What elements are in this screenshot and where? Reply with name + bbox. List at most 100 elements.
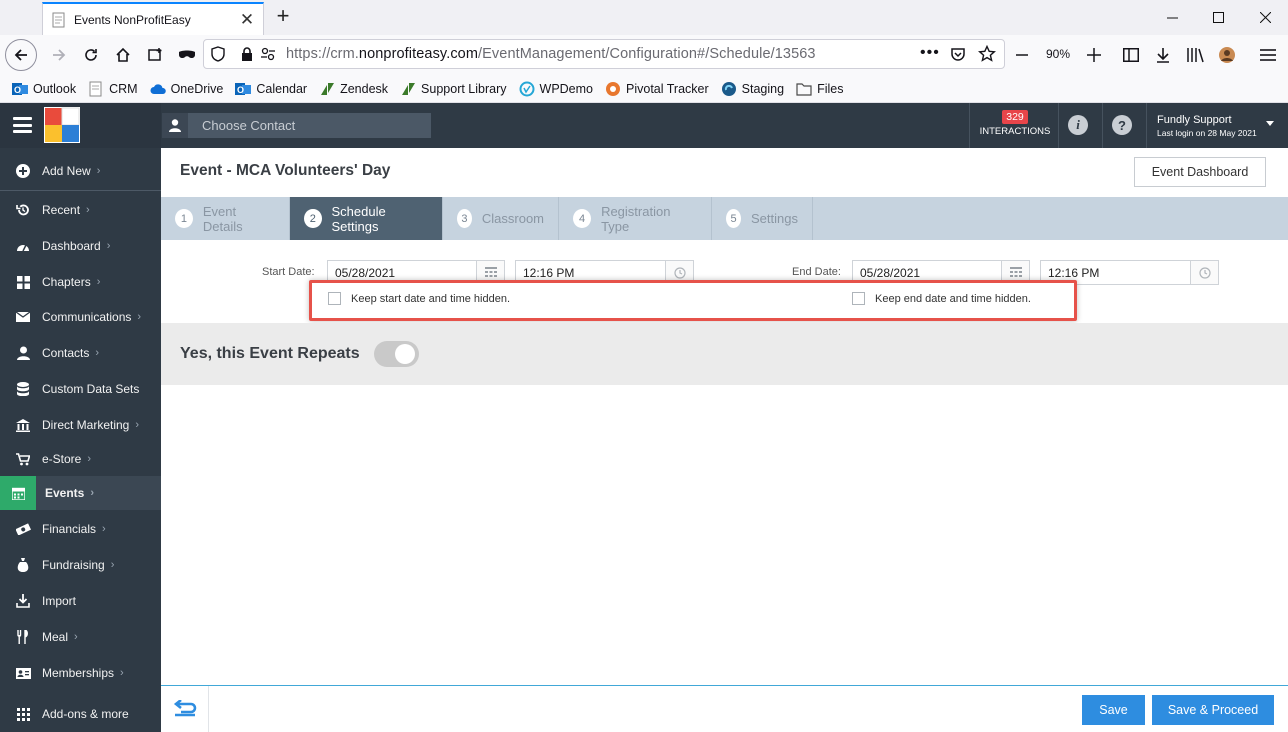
sidebar-item-custom-data-sets[interactable]: Custom Data Sets [0,372,161,406]
folder-icon [796,81,812,97]
dashboard-icon [15,238,31,254]
chevron-right-icon: › [96,165,101,177]
info-icon[interactable]: i [1068,115,1088,135]
caret-down-icon[interactable] [1266,121,1274,126]
sidebar-item-direct-marketing[interactable]: Direct Marketing › [0,408,161,442]
bookmark-onedrive[interactable]: OneDrive [150,81,223,97]
sidebar-item-add-ons[interactable]: Add-ons & more [0,697,161,731]
bookmark-pivotal-tracker[interactable]: Pivotal Tracker [605,81,709,97]
interactions-label: INTERACTIONS [979,126,1051,137]
event-dashboard-button[interactable]: Event Dashboard [1134,157,1266,187]
step-number: 3 [457,209,472,228]
step-classroom[interactable]: 3 Classroom [443,197,559,240]
help-icon[interactable]: ? [1112,115,1132,135]
step-settings[interactable]: 5 Settings [712,197,813,240]
save-and-proceed-button[interactable]: Save & Proceed [1152,695,1274,725]
shield-icon[interactable] [210,46,226,62]
bookmark-files[interactable]: Files [796,81,843,97]
close-tab-icon[interactable]: ✕ [239,10,255,30]
home-icon[interactable] [107,39,139,71]
reload-icon[interactable] [75,39,107,71]
maximize-icon[interactable] [1195,0,1241,35]
hamburger-icon[interactable] [13,117,32,133]
sidebar-item-communications[interactable]: Communications › [0,300,161,334]
bookmark-outlook[interactable]: O Outlook [12,81,76,97]
keep-start-hidden-checkbox[interactable] [328,292,341,305]
back-icon[interactable] [5,39,37,71]
chevron-right-icon: › [87,453,92,465]
zoom-in-icon[interactable] [1078,39,1110,71]
private-mask-icon[interactable] [171,39,203,71]
bookmark-crm[interactable]: CRM [88,81,138,97]
app-logo[interactable] [44,107,80,143]
wizard-steps: 1 Event Details 2 Schedule Settings 3 Cl… [161,197,1288,240]
step-number: 2 [304,209,322,228]
lock-icon[interactable] [240,46,254,62]
permissions-icon[interactable] [260,46,276,62]
step-label: Registration Type [601,203,671,234]
container-tab-icon[interactable] [139,39,171,71]
pocket-icon[interactable] [950,46,966,62]
step-registration-type[interactable]: 4 Registration Type [559,197,712,240]
sidebar-item-import[interactable]: Import [0,584,161,618]
save-button[interactable]: Save [1082,695,1145,725]
sidebar-item-memberships[interactable]: Memberships › [0,656,161,690]
person-icon [162,113,188,138]
sidebar-item-add-new[interactable]: Add New › [0,154,161,188]
bookmark-star-icon[interactable] [978,45,996,63]
interactions-button[interactable]: 329 INTERACTIONS [971,103,1059,148]
forward-icon[interactable] [43,39,75,71]
sidebar-item-dashboard[interactable]: Dashboard › [0,229,161,263]
minimize-icon[interactable] [1149,0,1195,35]
close-window-icon[interactable] [1242,0,1288,35]
sidebar-item-events[interactable]: Events › [0,476,161,510]
bookmark-wpdemo[interactable]: WPDemo [519,81,593,97]
bank-icon [15,417,31,433]
history-icon [15,202,31,218]
step-number: 5 [726,209,742,228]
sidebar-item-meal[interactable]: Meal › [0,620,161,654]
url-bar[interactable]: https://crm.nonprofiteasy.com/EventManag… [203,39,1005,69]
sidebar-item-contacts[interactable]: Contacts › [0,336,161,370]
sidebar-header [0,103,161,148]
zoom-level[interactable]: 90% [1046,47,1070,61]
bookmark-zendesk[interactable]: Zendesk [319,81,388,97]
chevron-right-icon: › [110,559,115,571]
chevron-right-icon: › [135,419,140,431]
staging-icon [721,81,737,97]
browser-tab[interactable]: Events NonProfitEasy ✕ [42,2,264,35]
menu-icon[interactable] [1252,39,1284,71]
bookmark-staging[interactable]: Staging [721,81,784,97]
user-menu[interactable]: Fundly Support Last login on 28 May 2021 [1157,114,1257,138]
new-tab-icon[interactable]: + [272,5,294,29]
step-label: Settings [751,211,798,226]
step-schedule-settings[interactable]: 2 Schedule Settings [290,197,443,240]
clock-icon[interactable] [1190,261,1218,284]
step-label: Event Details [202,203,243,234]
sidebar-item-chapters[interactable]: Chapters › [0,265,161,299]
choose-contact-field[interactable]: Choose Contact [162,113,431,138]
end-date-label: End Date: [792,266,841,278]
back-return-icon[interactable] [161,686,209,732]
zoom-out-icon[interactable] [1006,39,1038,71]
keep-end-hidden-row[interactable]: Keep end date and time hidden. [852,292,1031,305]
library-icon[interactable] [1179,39,1211,71]
pivotal-icon [605,81,621,97]
bookmark-support-library[interactable]: Support Library [400,81,507,97]
sidebar-item-recent[interactable]: Recent › [0,193,161,227]
account-avatar-icon[interactable] [1211,39,1243,71]
keep-end-hidden-checkbox[interactable] [852,292,865,305]
sidebar-item-e-store[interactable]: e-Store › [0,442,161,476]
bookmark-calendar[interactable]: O Calendar [235,81,307,97]
downloads-icon[interactable] [1147,39,1179,71]
page-actions-icon[interactable]: ••• [920,44,940,62]
step-event-details[interactable]: 1 Event Details [161,197,290,240]
zendesk-icon [319,81,335,97]
sidebar-item-fundraising[interactable]: Fundraising › [0,548,161,582]
sidebar-toggle-icon[interactable] [1115,39,1147,71]
keep-start-hidden-row[interactable]: Keep start date and time hidden. [328,292,510,305]
app-topbar: Choose Contact 329 INTERACTIONS i ? Fund… [161,103,1288,148]
event-repeats-toggle[interactable] [374,341,419,367]
page-icon [88,81,104,97]
sidebar-item-financials[interactable]: Financials › [0,512,161,546]
